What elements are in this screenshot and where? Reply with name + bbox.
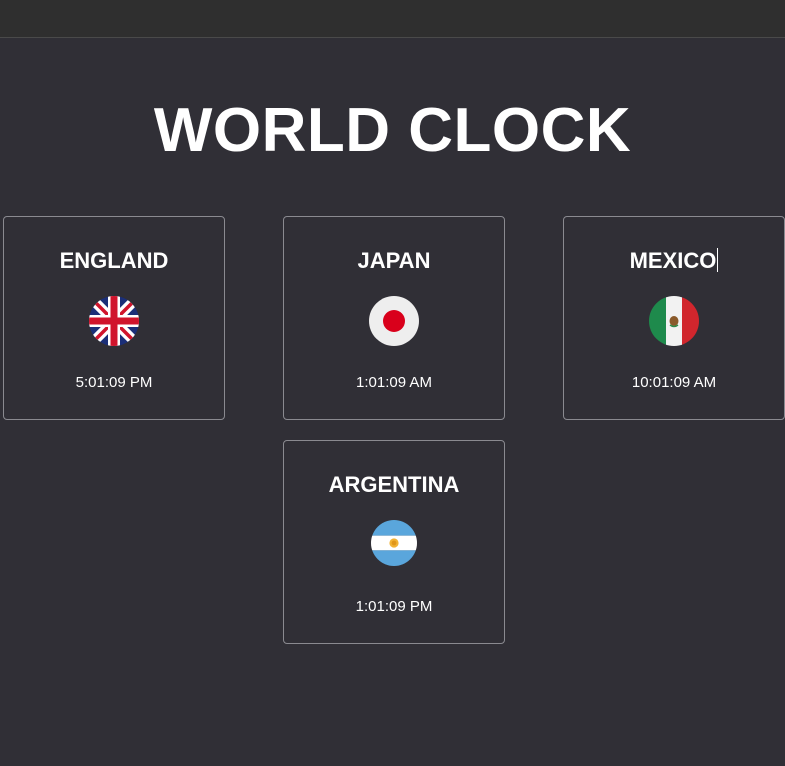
argentina-flag-icon: [371, 520, 417, 566]
uk-flag-icon: [89, 296, 139, 346]
clock-card-japan: JAPAN 1:01:09 AM: [283, 216, 505, 420]
country-name: ARGENTINA: [328, 472, 460, 497]
clock-time: 1:01:09 PM: [355, 598, 433, 615]
clock-card-mexico: MEXICO 10:01:09 AM: [563, 216, 785, 420]
text-cursor: [717, 248, 719, 272]
country-name: MEXICO: [564, 247, 784, 275]
clock-card-england: ENGLAND 5:01:09 PM: [3, 216, 225, 420]
clock-time: 5:01:09 PM: [75, 374, 153, 391]
page-title: WORLD CLOCK: [153, 96, 632, 165]
country-name-text: MEXICO: [629, 248, 717, 273]
mexico-flag-icon: [649, 296, 699, 346]
clock-card-argentina: ARGENTINA 1:01:09 PM: [283, 440, 505, 644]
clock-time: 1:01:09 AM: [356, 374, 432, 391]
top-bar: [0, 0, 785, 38]
country-name: JAPAN: [357, 248, 431, 273]
japan-flag-icon: [369, 296, 419, 346]
clock-time: 10:01:09 AM: [631, 374, 717, 391]
country-name: ENGLAND: [59, 248, 169, 273]
